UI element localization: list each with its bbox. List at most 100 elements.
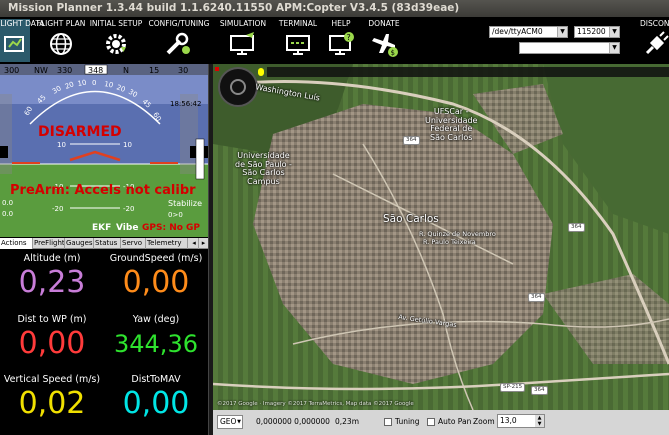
baud-select[interactable]: 115200 ▼ [574, 26, 620, 38]
tab-preflight[interactable]: PreFlight [33, 238, 65, 249]
quick-label: DistToMAV [131, 374, 181, 385]
tuning-checkbox[interactable] [384, 418, 392, 426]
quick-value: 0,00 [122, 386, 190, 421]
quick-label: GroundSpeed (m/s) [109, 253, 203, 264]
menu-simulation[interactable]: SIMULATION [218, 19, 268, 62]
tab-servo[interactable]: Servo [121, 238, 146, 249]
map-coords: 0,000000 0,000000 [256, 417, 330, 426]
quick-cell-groundspeed[interactable]: GroundSpeed (m/s) 0,00 [104, 253, 208, 301]
autopan-label: Auto Pan [438, 417, 472, 426]
connect-button[interactable]: DISCON [636, 19, 669, 62]
window-title: Mission Planner 1.3.44 build 1.1.6240.11… [0, 0, 669, 17]
chevron-down-icon: ▼ [609, 43, 619, 53]
menu-flight-data-label: FLIGHT DATA [0, 19, 45, 28]
map-top-strip [267, 67, 669, 77]
chevron-down-icon: ▼ [557, 27, 567, 37]
map-label: R. Paulo Teixeira [423, 238, 476, 246]
menu-simulation-label: SIMULATION [219, 19, 267, 28]
road-badge: SP-215 [500, 383, 526, 392]
quick-cell-dist-to-wp[interactable]: Dist to WP (m) 0,00 [0, 314, 104, 362]
heading-tick: 300 [4, 66, 19, 75]
road-badge: 364 [568, 223, 585, 232]
baud-select-value: 115200 [577, 27, 606, 36]
tab-status[interactable]: Status [94, 238, 121, 249]
menu-donate[interactable]: DONATE $ [364, 19, 404, 62]
menu-help[interactable]: HELP ? [326, 19, 356, 62]
coord-format-select[interactable]: GEO ▼ [217, 415, 243, 429]
map-attribution: ©2017 Google · Imagery ©2017 TerraMetric… [217, 401, 414, 407]
zoom-value: 13,0 [500, 416, 517, 425]
hud-left-value: 0.0 [2, 210, 13, 218]
zoom-label: Zoom [473, 417, 495, 426]
map-label: Universidade de São Paulo - São Carlos C… [235, 151, 292, 186]
quick-label: Dist to WP (m) [17, 314, 87, 325]
heading-value: 348 [88, 66, 103, 75]
chevron-down-icon: ▼ [609, 27, 619, 37]
quick-value: 0,02 [18, 386, 86, 421]
quick-value: 0,00 [18, 326, 86, 361]
menu-flight-data[interactable]: FLIGHT DATA [0, 19, 45, 62]
menu-config-tuning[interactable]: CONFIG/TUNING [148, 19, 210, 62]
pitch-label: 10 [123, 141, 132, 149]
tab-gauges[interactable]: Gauges [65, 238, 94, 249]
monitor-plane-icon [230, 32, 254, 55]
port-select-value: /dev/ttyACM0 [492, 27, 543, 36]
heading-tick: NW [34, 66, 48, 75]
hud: 300 NW 330 348 N 15 30 60 45 30 20 10 0 … [0, 64, 210, 237]
tab-scroll-left-icon[interactable]: ◂ [190, 238, 199, 249]
tab-telemetry[interactable]: Telemetry [146, 238, 188, 249]
left-panel: 300 NW 330 348 N 15 30 60 45 30 20 10 0 … [0, 64, 210, 435]
flight-data-icon [4, 36, 24, 52]
help-icon: ? [329, 32, 354, 55]
connect-label: DISCON [640, 19, 669, 28]
menu-flight-plan[interactable]: FLIGHT PLAN [36, 19, 86, 62]
quick-value: 0,23 [18, 265, 86, 300]
menu-flight-plan-label: FLIGHT PLAN [36, 19, 86, 28]
map-compass[interactable] [218, 67, 258, 107]
ekf-indicator: EKF [92, 223, 111, 233]
wrench-gear-icon [166, 32, 190, 55]
gear-download-icon [106, 34, 126, 54]
chevron-down-icon: ▼ [237, 419, 241, 425]
pitch-label: -20 [123, 205, 134, 213]
quick-cell-dist-to-mav[interactable]: DistToMAV 0,00 [104, 374, 208, 422]
roll-label: 10 [104, 80, 114, 89]
coord-format-value: GEO [220, 417, 237, 426]
main-menu: FLIGHT DATA FLIGHT PLAN INITIAL SETUP CO… [0, 17, 669, 64]
roll-label: 10 [77, 79, 87, 88]
map-label: UFSCar - Universidade Federal de São Car… [425, 107, 478, 142]
map-status-bar: GEO ▼ 0,000000 0,000000 0,23m Tuning Aut… [213, 410, 669, 435]
menu-terminal-label: TERMINAL [278, 19, 318, 28]
quick-value: 0,00 [122, 265, 190, 300]
hud-right-value: 0>0 [168, 211, 183, 219]
autopan-checkbox[interactable] [427, 418, 435, 426]
quick-cell-yaw[interactable]: Yaw (deg) 344,36 [104, 314, 208, 362]
menu-help-label: HELP [331, 19, 351, 28]
menu-initial-setup-label: INITIAL SETUP [89, 19, 143, 28]
tab-actions[interactable]: Actions [0, 238, 33, 249]
prearm-message: PreArm: Accels not calibr [10, 183, 196, 198]
info-tabs: Actions PreFlight Gauges Status Servo Te… [0, 238, 210, 249]
red-marker-icon [215, 67, 219, 71]
svg-text:$: $ [391, 49, 395, 57]
quick-cell-altitude[interactable]: Altitude (m) 0,23 [0, 253, 104, 301]
quick-label: Altitude (m) [23, 253, 81, 264]
map-altitude: 0,23m [335, 417, 360, 426]
quick-cell-vertical-speed[interactable]: Vertical Speed (m/s) 0,02 [0, 374, 104, 422]
menu-terminal[interactable]: TERMINAL [276, 19, 320, 62]
chevron-down-icon[interactable]: ▼ [535, 421, 544, 427]
tuning-label: Tuning [395, 417, 420, 426]
menu-initial-setup[interactable]: INITIAL SETUP [89, 19, 143, 62]
menu-donate-label: DONATE [368, 19, 400, 28]
heading-tick: N [123, 66, 129, 75]
vibe-indicator: Vibe [116, 223, 138, 233]
profile-select[interactable]: ▼ [519, 42, 620, 54]
quick-value: 344,36 [114, 330, 198, 358]
menu-config-tuning-label: CONFIG/TUNING [148, 19, 210, 28]
zoom-stepper[interactable]: 13,0 ▲ ▼ [497, 414, 545, 428]
port-select[interactable]: /dev/ttyACM0 ▼ [489, 26, 568, 38]
flight-mode: Stabilize [168, 199, 202, 208]
pitch-label: -20 [52, 205, 63, 213]
map-view[interactable]: Washington Luís UFSCar - Universidade Fe… [213, 64, 669, 410]
terminal-icon [286, 35, 310, 55]
